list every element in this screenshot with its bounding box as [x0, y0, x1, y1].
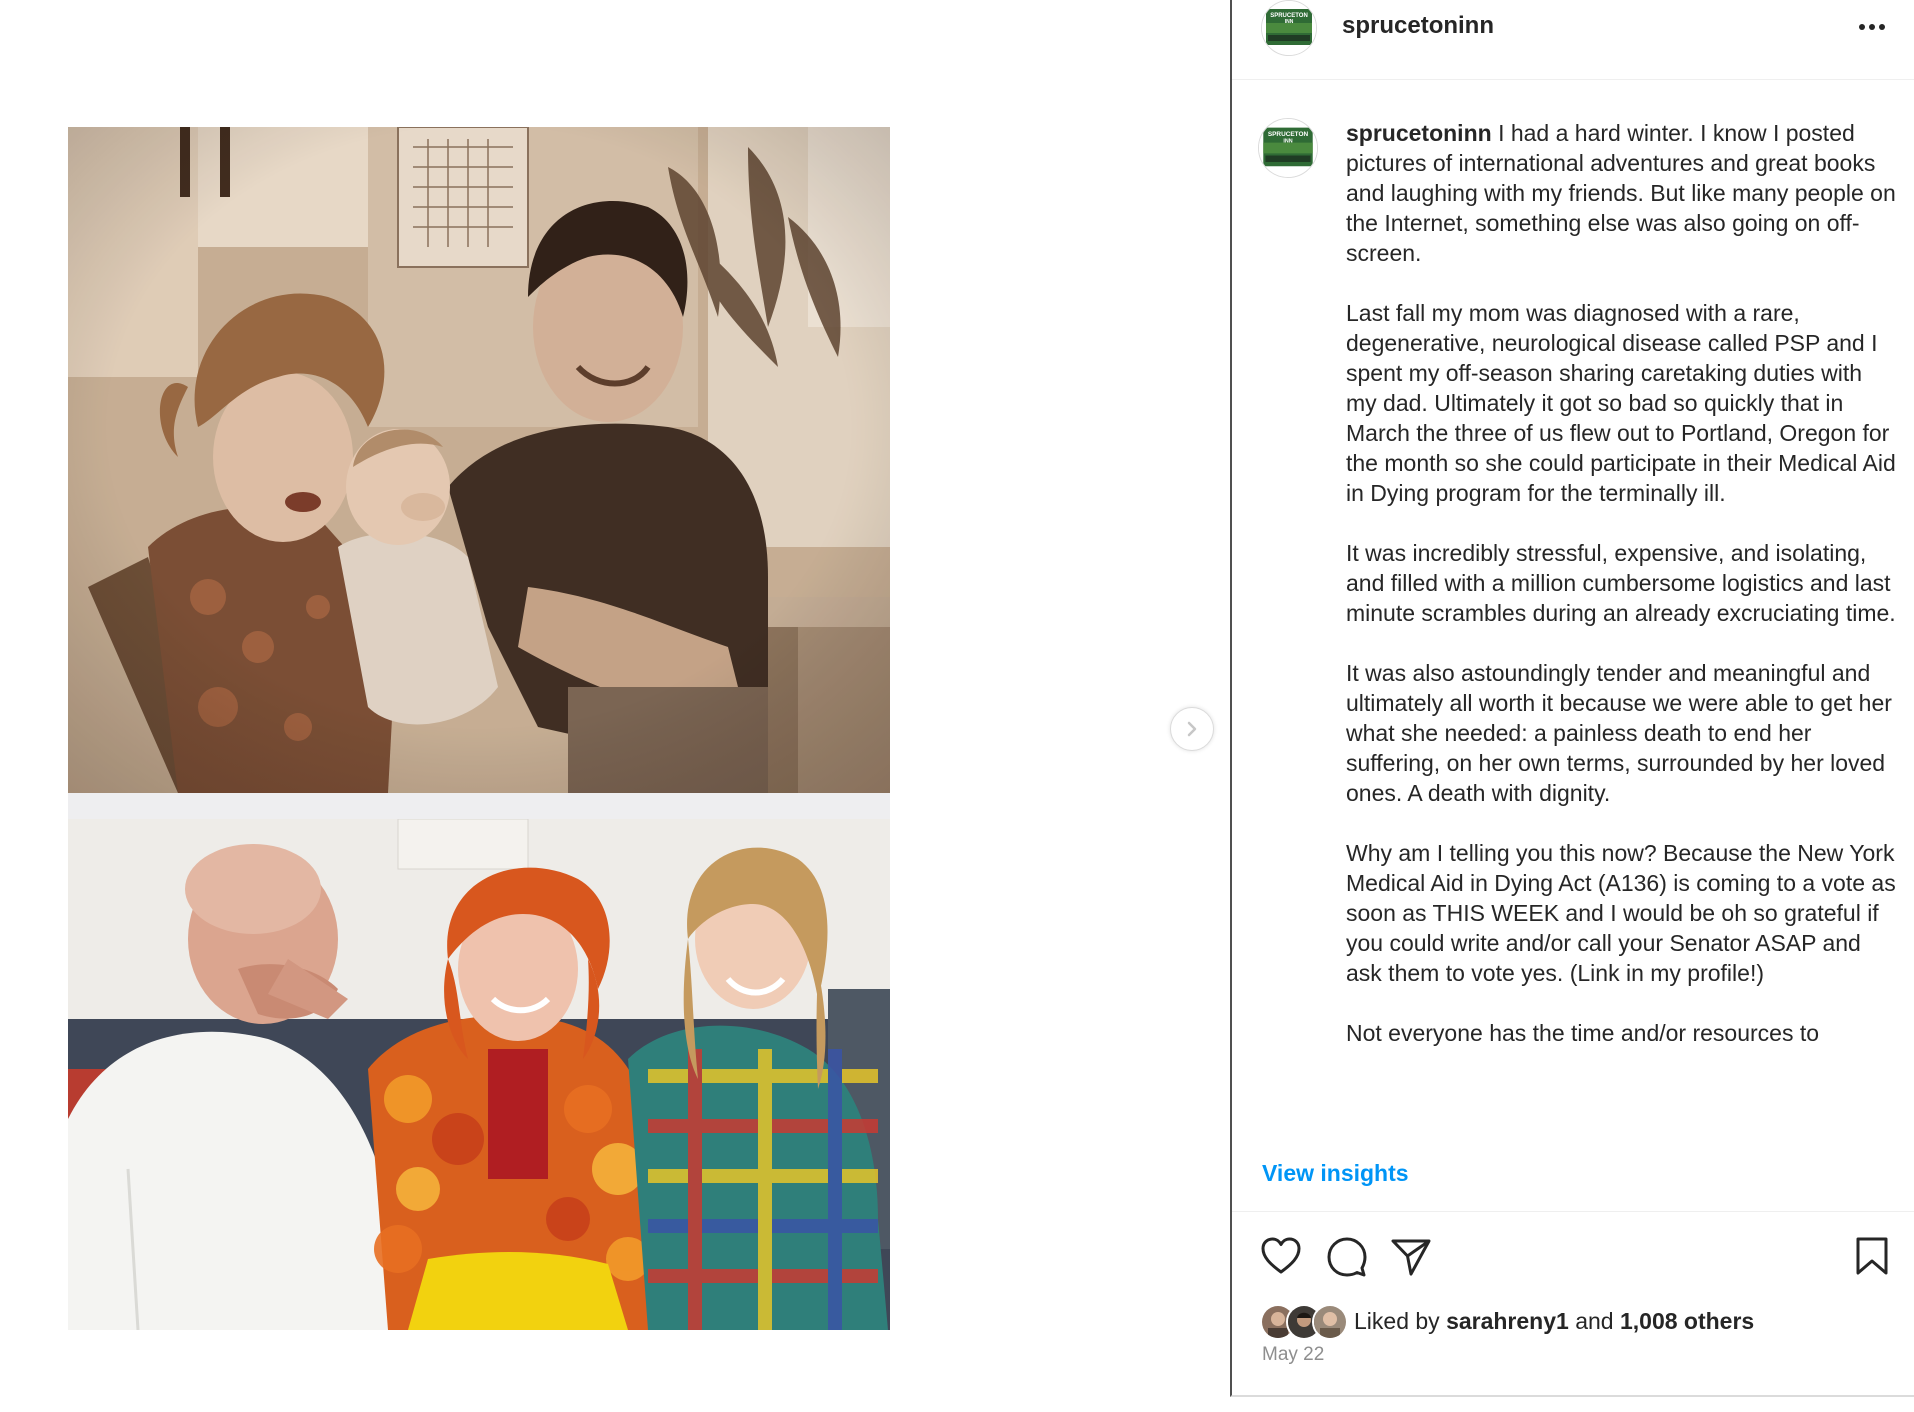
vintage-photo-illustration: [68, 127, 890, 793]
svg-text:INN: INN: [1283, 139, 1292, 145]
likes-others-link[interactable]: 1,008 others: [1620, 1308, 1754, 1334]
caption-paragraph: Why am I telling you this now? Because t…: [1346, 840, 1896, 986]
likes-prefix: Liked by: [1354, 1308, 1447, 1334]
comment-button[interactable]: [1326, 1236, 1368, 1283]
spruceton-inn-logo-icon: SPRUCETON INN: [1262, 1, 1316, 55]
heart-icon: [1261, 1237, 1301, 1274]
svg-text:INN: INN: [1285, 19, 1294, 25]
svg-text:SPRUCETON: SPRUCETON: [1268, 131, 1309, 138]
caption-paragraph: It was also astoundingly tender and mean…: [1346, 660, 1892, 806]
caption-paragraph: sprucetoninn I had a hard winter. I know…: [1346, 118, 1898, 268]
save-button[interactable]: [1854, 1236, 1890, 1281]
likes-middle: and: [1568, 1308, 1620, 1334]
caption-author-avatar[interactable]: SPRUCETON INN: [1258, 118, 1318, 178]
post-date[interactable]: May 22: [1262, 1344, 1324, 1366]
comment-icon: [1327, 1237, 1367, 1277]
view-insights-link[interactable]: View insights: [1262, 1160, 1409, 1187]
photo-collage-divider: [68, 793, 890, 819]
liker-avatar: [1312, 1304, 1348, 1340]
liker-username-link[interactable]: sarahreny1: [1446, 1308, 1569, 1334]
profile-avatar[interactable]: SPRUCETON INN: [1261, 0, 1317, 56]
likes-summary: Liked by sarahreny1 and 1,008 others: [1354, 1308, 1754, 1335]
share-button[interactable]: [1390, 1236, 1432, 1283]
post-photo-vintage-family: [68, 127, 890, 793]
more-options-button[interactable]: [1852, 14, 1892, 40]
caption-paragraph: Not everyone has the time and/or resourc…: [1346, 1020, 1820, 1046]
caption-paragraph: It was incredibly stressful, expensive, …: [1346, 540, 1896, 626]
post-photo-recent-family: [68, 819, 890, 1330]
chevron-right-icon: [1187, 721, 1197, 737]
caption-area: SPRUCETON INN sprucetoninn I had a hard …: [1232, 80, 1914, 1140]
post-author-username[interactable]: sprucetoninn: [1342, 12, 1494, 40]
caption-username[interactable]: sprucetoninn: [1346, 120, 1492, 146]
more-horizontal-icon: [1859, 24, 1885, 30]
post-header: SPRUCETON INN sprucetoninn: [1232, 0, 1914, 80]
liker-avatars[interactable]: [1260, 1304, 1350, 1340]
post-media-area: [0, 0, 1230, 1412]
next-photo-button[interactable]: [1170, 707, 1214, 751]
recent-photo-illustration: [68, 819, 890, 1330]
divider: [1232, 1211, 1914, 1212]
caption-paragraph: Last fall my mom was diagnosed with a ra…: [1346, 300, 1896, 506]
post-side-panel: SPRUCETON INN sprucetoninn SPRUCETON INN: [1230, 0, 1914, 1397]
paper-plane-icon: [1391, 1239, 1431, 1276]
bookmark-icon: [1856, 1237, 1888, 1275]
like-button[interactable]: [1260, 1236, 1302, 1281]
spruceton-inn-logo-icon: SPRUCETON INN: [1259, 119, 1317, 177]
post-caption: sprucetoninn I had a hard winter. I know…: [1346, 118, 1898, 1078]
